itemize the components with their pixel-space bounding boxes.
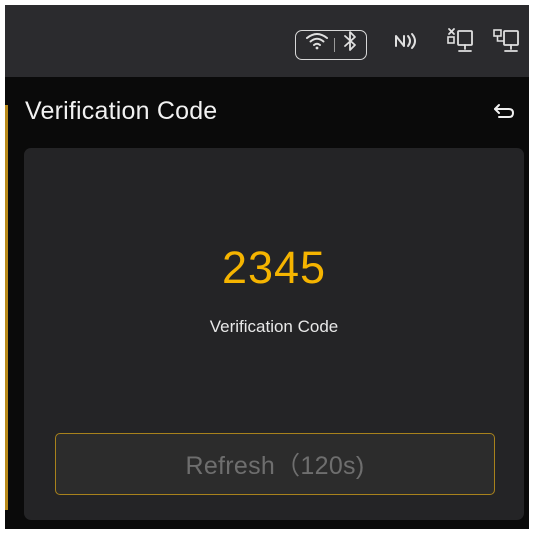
status-bar (5, 5, 529, 77)
network-disconnected-icon (443, 5, 477, 77)
status-divider (334, 38, 335, 52)
bluetooth-icon (339, 5, 361, 77)
page-title: Verification Code (25, 97, 218, 125)
page-header: Verification Code (5, 85, 529, 141)
back-arrow-icon (494, 104, 515, 118)
nfc-icon (391, 5, 425, 77)
network-connected-icon (489, 5, 523, 77)
left-accent-bar (5, 105, 8, 510)
refresh-button-label: Refresh（120s) (185, 452, 365, 480)
verification-code-caption: Verification Code (209, 317, 339, 336)
verification-card: 2345 Verification Code Refresh（120s) (24, 148, 524, 520)
verification-code-value: 2345 (221, 242, 327, 293)
device-screen: Verification Code 2345 Verification Code… (5, 5, 529, 529)
wifi-icon (302, 5, 332, 77)
refresh-button[interactable]: Refresh（120s) (55, 433, 495, 495)
back-button[interactable] (491, 100, 517, 124)
